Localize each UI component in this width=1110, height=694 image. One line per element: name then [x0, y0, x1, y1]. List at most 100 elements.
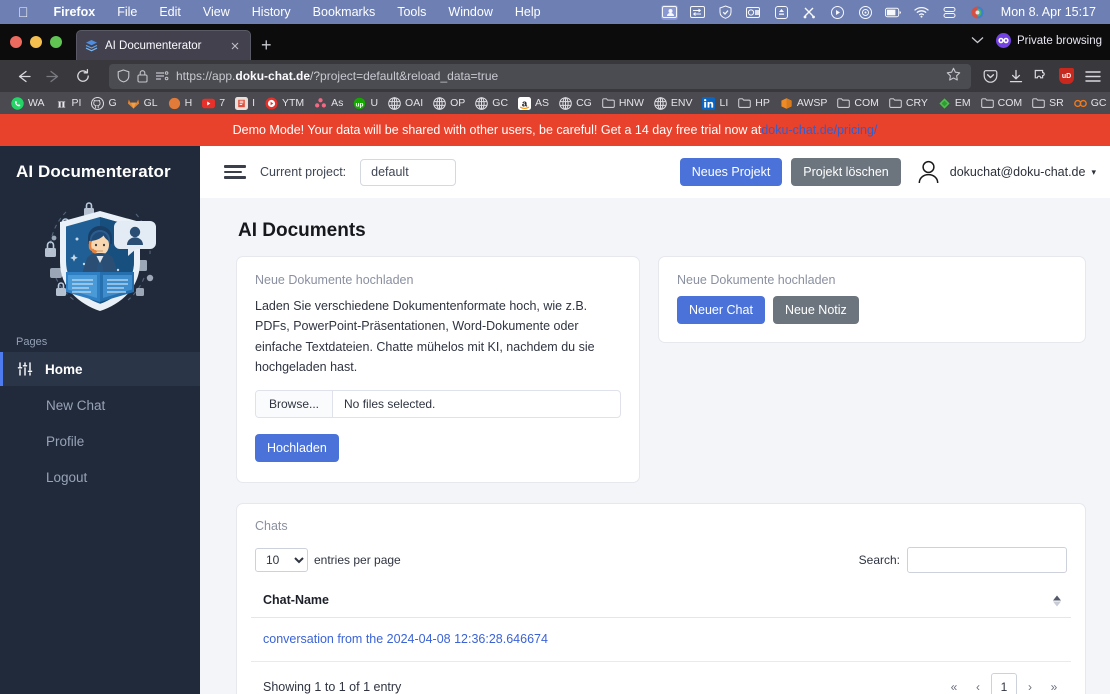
column-chat-name[interactable]: Chat-Name — [251, 585, 1071, 618]
sidebar-item-logout[interactable]: Logout — [0, 460, 200, 494]
bookmark-op-11[interactable]: OP — [428, 94, 470, 112]
bookmark-com-20[interactable]: COM — [832, 94, 884, 112]
browser-tab[interactable]: AI Documenterator — [76, 30, 251, 60]
bookmark-sr-24[interactable]: SR — [1027, 94, 1069, 112]
play-icon[interactable] — [829, 5, 846, 20]
star-icon[interactable] — [946, 67, 963, 86]
maximize-window-button[interactable] — [50, 36, 62, 48]
sidebar-item-new-chat[interactable]: New Chat — [0, 388, 200, 422]
bookmark-hp-18[interactable]: HP — [733, 94, 775, 112]
chat-link[interactable]: conversation from the 2024-04-08 12:36:2… — [263, 632, 548, 646]
bookmark-hnw-15[interactable]: HNW — [597, 94, 649, 112]
sidebar-item-home[interactable]: Home — [0, 352, 200, 386]
table-row[interactable]: conversation from the 2024-04-08 12:36:2… — [251, 618, 1071, 662]
close-window-button[interactable] — [10, 36, 22, 48]
menu-bookmarks[interactable]: Bookmarks — [302, 5, 387, 19]
bookmark-pi-1[interactable]: πPI — [50, 94, 87, 112]
menu-file[interactable]: File — [106, 5, 148, 19]
menu-tools[interactable]: Tools — [386, 5, 437, 19]
user-email[interactable]: dokuchat@doku-chat.de — [950, 165, 1086, 179]
file-input[interactable]: Browse... No files selected. — [255, 390, 621, 418]
bookmark-label: AS — [535, 97, 549, 109]
menubar-clock[interactable]: Mon 8. Apr 15:17 — [1001, 5, 1096, 19]
menu-help[interactable]: Help — [504, 5, 552, 19]
hamburger-icon[interactable] — [224, 165, 246, 179]
bookmark-gl-3[interactable]: GL — [122, 94, 163, 112]
menu-view[interactable]: View — [192, 5, 241, 19]
stack-icon[interactable] — [941, 5, 958, 20]
bookmark-awsp-19[interactable]: AWSP — [775, 94, 833, 112]
current-project-label: Current project: — [260, 165, 346, 179]
menu-window[interactable]: Window — [437, 5, 503, 19]
bookmark-li-17[interactable]: LI — [697, 94, 733, 112]
battery-charging-icon[interactable] — [885, 5, 902, 20]
page-length-select[interactable]: 102550100 — [255, 548, 308, 572]
reader-view-icon[interactable] — [155, 70, 169, 82]
showing-entries-label: Showing 1 to 1 of 1 entry — [263, 680, 401, 694]
scissors-icon[interactable] — [801, 5, 818, 20]
new-project-button[interactable]: Neues Projekt — [680, 158, 783, 186]
upload-button[interactable]: Hochladen — [255, 434, 339, 462]
bookmark-as-8[interactable]: As — [309, 94, 348, 112]
pagination-prev[interactable]: ‹ — [967, 674, 989, 694]
bookmark-env-16[interactable]: ENV — [649, 94, 698, 112]
pagination-page-1[interactable]: 1 — [991, 673, 1017, 694]
download-icon[interactable] — [1009, 69, 1023, 84]
forward-arrow-icon[interactable] — [39, 63, 67, 89]
switch-icon[interactable] — [689, 5, 706, 20]
new-note-button[interactable]: Neue Notiz — [773, 296, 859, 324]
url-bar[interactable]: https://app.doku-chat.de/?project=defaul… — [109, 64, 971, 89]
bookmark-i-6[interactable]: I — [230, 94, 260, 112]
bookmark-em-22[interactable]: EM — [933, 94, 976, 112]
minimize-window-button[interactable] — [30, 36, 42, 48]
reload-icon[interactable] — [69, 63, 97, 89]
extension-icon[interactable] — [1034, 69, 1048, 84]
bookmark-g-2[interactable]: G — [86, 94, 121, 112]
list-all-tabs-icon[interactable] — [971, 35, 984, 47]
outlook-icon[interactable] — [745, 5, 762, 20]
menu-firefox[interactable]: Firefox — [43, 5, 107, 19]
app-menu-icon[interactable] — [1085, 70, 1101, 83]
back-arrow-icon[interactable] — [9, 63, 37, 89]
search-input[interactable] — [907, 547, 1067, 573]
bookmark-7-5[interactable]: 7 — [197, 94, 230, 112]
target-icon[interactable] — [857, 5, 874, 20]
bookmark-label: LI — [719, 97, 728, 109]
delete-project-button[interactable]: Projekt löschen — [791, 158, 900, 186]
bookmark-ytm-7[interactable]: YTM — [260, 94, 309, 112]
lock-icon[interactable] — [137, 69, 148, 83]
bookmark-h-4[interactable]: H — [163, 94, 198, 112]
bookmark-gc-12[interactable]: GC — [470, 94, 513, 112]
ublock-icon[interactable]: uD — [1059, 68, 1074, 84]
bookmark-wa-0[interactable]: WA — [6, 94, 50, 112]
bookmark-u-9[interactable]: upU — [348, 94, 383, 112]
pricing-link[interactable]: doku-chat.de/pricing/ — [761, 123, 877, 137]
project-input[interactable] — [360, 159, 456, 186]
pagination-next[interactable]: › — [1019, 674, 1041, 694]
pagination-first[interactable]: « — [943, 674, 965, 694]
browse-button[interactable]: Browse... — [256, 391, 333, 417]
dropbox-icon[interactable] — [773, 5, 790, 20]
bookmark-cry-21[interactable]: CRY — [884, 94, 933, 112]
bookmark-gc-25[interactable]: GC — [1069, 94, 1110, 112]
shield-icon[interactable] — [717, 5, 734, 20]
bookmark-cg-14[interactable]: CG — [554, 94, 597, 112]
bookmark-as-13[interactable]: aAS — [513, 94, 554, 112]
sidebar-item-profile[interactable]: Profile — [0, 424, 200, 458]
screen-share-icon[interactable] — [661, 5, 678, 20]
new-chat-button[interactable]: Neuer Chat — [677, 296, 765, 324]
colorwheel-icon[interactable] — [969, 5, 986, 20]
new-tab-button[interactable]: + — [251, 30, 282, 60]
pocket-icon[interactable] — [983, 69, 998, 84]
close-icon[interactable] — [228, 39, 242, 53]
chevron-down-icon[interactable]: ▾ — [1091, 167, 1096, 178]
bookmark-oai-10[interactable]: OAI — [383, 94, 428, 112]
shield-icon[interactable] — [117, 69, 130, 83]
menu-history[interactable]: History — [241, 5, 302, 19]
user-icon[interactable] — [916, 159, 941, 185]
pagination-last[interactable]: » — [1043, 674, 1065, 694]
bookmark-com-23[interactable]: COM — [976, 94, 1028, 112]
wifi-icon[interactable] — [913, 5, 930, 20]
apple-icon[interactable]:  — [8, 5, 43, 19]
menu-edit[interactable]: Edit — [148, 5, 192, 19]
